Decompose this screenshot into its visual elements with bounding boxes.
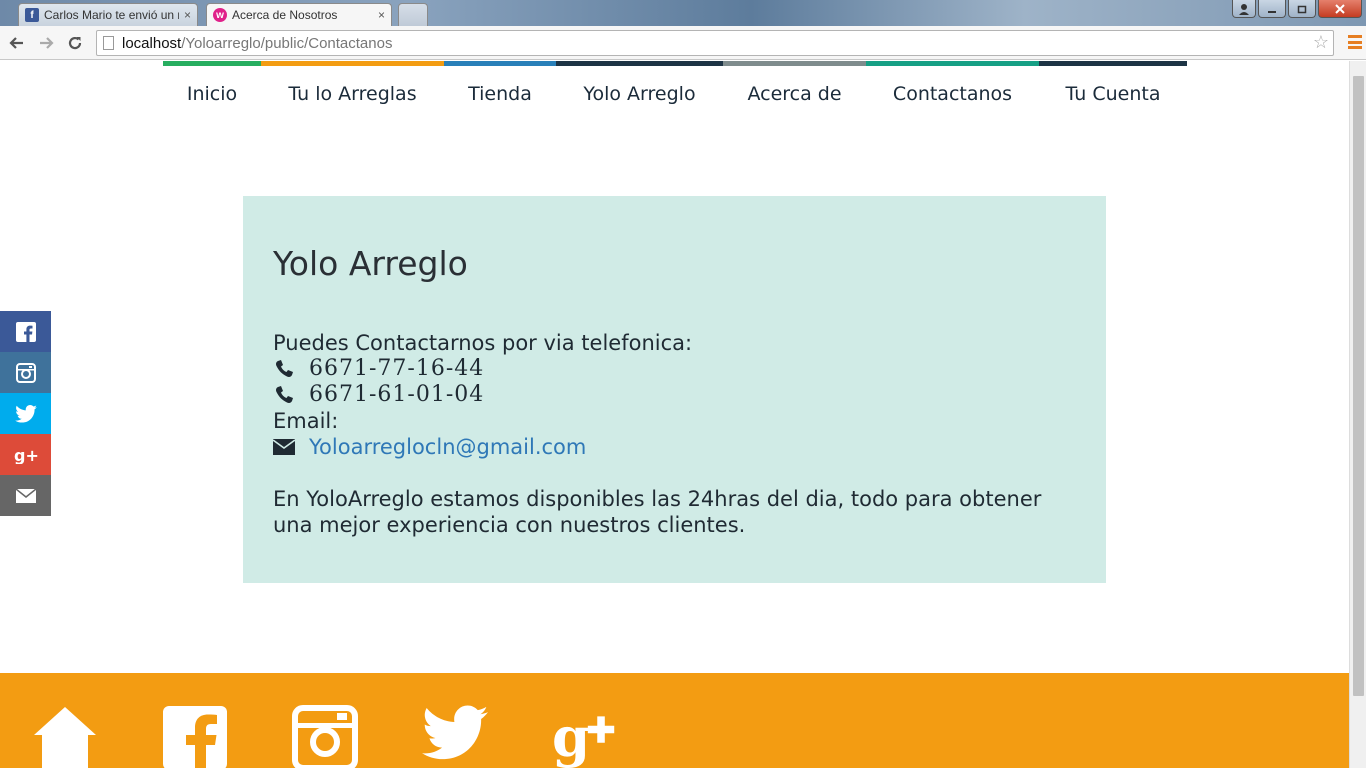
email-line: Yoloarreglocln@gmail.com — [273, 434, 1076, 460]
tab-title: Carlos Mario te envió un mensaje — [44, 8, 179, 22]
nav-item-label: Tu Cuenta — [1065, 82, 1161, 105]
nav-item-yolo-arreglo[interactable]: Yolo Arreglo — [556, 61, 723, 121]
svg-text:g: g — [552, 705, 590, 768]
footer: g — [0, 673, 1349, 768]
window-titlebar: f Carlos Mario te envió un mensaje × w A… — [0, 0, 1366, 26]
browser-toolbar: localhost/Yoloarreglo/public/Contactanos… — [0, 26, 1366, 60]
tab-facebook-message[interactable]: f Carlos Mario te envió un mensaje × — [18, 3, 198, 26]
contact-title: Yolo Arreglo — [273, 244, 468, 283]
tab-acerca-de-nosotros[interactable]: w Acerca de Nosotros × — [206, 3, 392, 26]
phone-line: 6671-61-01-04 — [273, 382, 1076, 408]
close-window-button[interactable] — [1318, 0, 1362, 18]
url-host: localhost — [122, 34, 182, 52]
footer-facebook-link[interactable] — [162, 705, 228, 768]
availability-text: En YoloArreglo estamos disponibles las 2… — [273, 487, 1042, 537]
nav-item-label: Tienda — [468, 82, 532, 105]
nav-item-inicio[interactable]: Inicio — [163, 61, 261, 121]
email-icon — [15, 488, 36, 503]
facebook-icon — [163, 706, 227, 768]
footer-instagram-link[interactable] — [292, 705, 358, 768]
address-bar[interactable]: localhost/Yoloarreglo/public/Contactanos… — [96, 30, 1334, 56]
tab-title: Acerca de Nosotros — [232, 8, 338, 22]
share-google-plus-button[interactable]: g+ — [0, 434, 51, 475]
nav-item-tu-lo-arreglas[interactable]: Tu lo Arreglas — [261, 61, 444, 121]
social-share-sidebar: g+ — [0, 311, 51, 516]
footer-google-plus-link[interactable]: g — [552, 705, 618, 768]
forward-button[interactable] — [35, 32, 57, 54]
url-path: /Yoloarreglo/public/Contactanos — [181, 34, 393, 52]
nav-item-tu-cuenta[interactable]: Tu Cuenta — [1039, 61, 1187, 121]
phone-intro: Puedes Contactarnos por via telefonica: — [273, 331, 693, 355]
scrollbar-thumb[interactable] — [1353, 76, 1364, 696]
share-twitter-button[interactable] — [0, 393, 51, 434]
share-email-button[interactable] — [0, 475, 51, 516]
email-link[interactable]: Yoloarreglocln@gmail.com — [309, 434, 586, 460]
phone-number: 6671-61-01-04 — [309, 382, 485, 407]
nav-item-label: Contactanos — [892, 82, 1013, 105]
facebook-favicon-icon: f — [25, 8, 39, 22]
user-profile-icon[interactable] — [1232, 0, 1256, 18]
facebook-icon — [15, 321, 36, 342]
phone-icon — [273, 358, 295, 380]
email-label: Email: — [273, 409, 339, 433]
google-plus-icon: g+ — [14, 446, 38, 464]
instagram-icon — [292, 705, 358, 768]
back-button[interactable] — [6, 32, 28, 54]
envelope-icon — [273, 436, 295, 458]
close-tab-icon[interactable]: × — [184, 8, 191, 22]
nav-item-tienda[interactable]: Tienda — [444, 61, 556, 121]
contact-body: Puedes Contactarnos por via telefonica: … — [273, 330, 1076, 538]
instagram-icon — [15, 362, 36, 383]
nav-item-label: Inicio — [186, 82, 238, 105]
minimize-button[interactable] — [1258, 0, 1286, 18]
nav-item-label: Yolo Arreglo — [583, 82, 696, 105]
contact-panel: Yolo Arreglo Puedes Contactarnos por via… — [243, 196, 1106, 583]
phone-icon — [273, 384, 295, 406]
footer-home-link[interactable] — [32, 705, 98, 768]
phone-number: 6671-77-16-44 — [309, 356, 485, 381]
home-icon — [34, 707, 96, 768]
main-nav: Inicio Tu lo Arreglas Tienda Yolo Arregl… — [163, 61, 1187, 121]
close-tab-icon[interactable]: × — [378, 8, 385, 22]
restore-button[interactable] — [1288, 0, 1316, 18]
new-tab-button[interactable] — [398, 3, 428, 26]
footer-twitter-link[interactable] — [422, 705, 488, 768]
page-viewport: Inicio Tu lo Arreglas Tienda Yolo Arregl… — [0, 61, 1349, 768]
twitter-icon — [14, 404, 37, 423]
page-scrollbar[interactable] — [1349, 61, 1366, 768]
google-plus-icon: g — [552, 705, 615, 768]
share-facebook-button[interactable] — [0, 311, 51, 352]
page-icon — [103, 36, 114, 50]
nav-item-acerca-de[interactable]: Acerca de — [723, 61, 866, 121]
twitter-icon — [422, 705, 488, 760]
svg-text:g+: g+ — [14, 446, 38, 464]
bookmark-star-icon[interactable]: ☆ — [1313, 32, 1329, 53]
nav-item-contactanos[interactable]: Contactanos — [866, 61, 1039, 121]
share-instagram-button[interactable] — [0, 352, 51, 393]
browser-menu-icon[interactable] — [1348, 35, 1362, 49]
nav-item-label: Acerca de — [747, 82, 842, 105]
wix-favicon-icon: w — [213, 8, 227, 22]
window-controls — [1232, 0, 1362, 18]
nav-item-label: Tu lo Arreglas — [288, 82, 417, 105]
phone-line: 6671-77-16-44 — [273, 356, 1076, 382]
reload-button[interactable] — [64, 32, 86, 54]
phone-intro-line: Puedes Contactarnos por via telefonica: — [273, 330, 1076, 356]
email-label-line: Email: — [273, 408, 1076, 434]
